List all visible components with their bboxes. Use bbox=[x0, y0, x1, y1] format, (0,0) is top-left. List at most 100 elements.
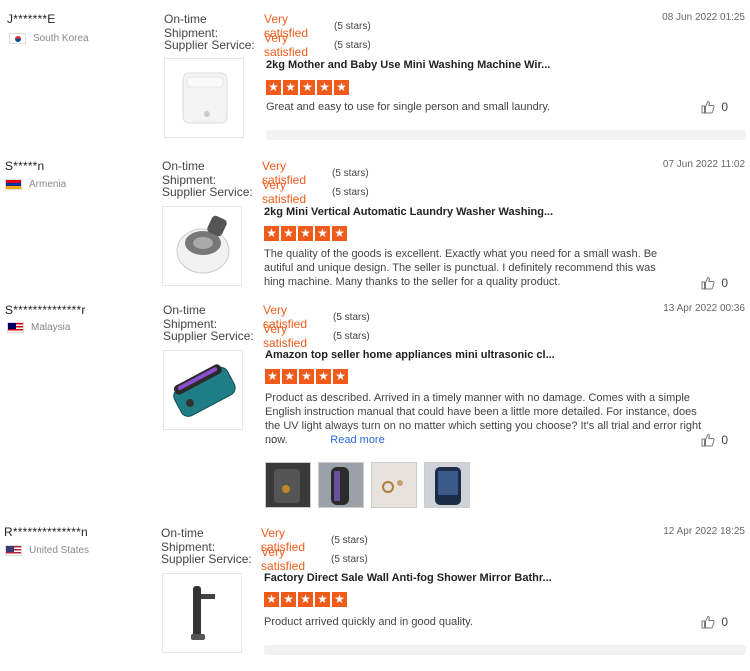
supplier-value: Very satisfied bbox=[264, 31, 309, 59]
armenia-flag-icon bbox=[5, 179, 22, 190]
product-title[interactable]: Amazon top seller home appliances mini u… bbox=[265, 349, 555, 361]
thumbs-up-icon bbox=[701, 433, 715, 447]
rating-stars: ★ ★ ★ ★ ★ bbox=[264, 226, 347, 241]
product-thumbnail[interactable] bbox=[162, 573, 242, 653]
buyer-country: United States bbox=[5, 545, 89, 556]
supplier-rating: Supplier Service: Very satisfied (5 star… bbox=[161, 545, 368, 573]
buyer-country: Armenia bbox=[5, 179, 66, 190]
ellipsis: ... bbox=[265, 434, 275, 446]
ultrasonic-cleaner-image bbox=[173, 364, 236, 417]
country-label: South Korea bbox=[33, 33, 89, 44]
thumbs-up-icon bbox=[701, 615, 715, 629]
ontime-stars: (5 stars) bbox=[332, 167, 369, 179]
malaysia-flag-icon bbox=[7, 322, 24, 333]
supplier-value: Very satisfied bbox=[263, 322, 308, 350]
supplier-rating: Supplier Service: Very satisfied (5 star… bbox=[163, 322, 370, 350]
shower-mirror-image bbox=[191, 586, 215, 640]
review-photo-image bbox=[425, 463, 469, 507]
buyer-name: S**************r bbox=[5, 303, 86, 317]
rating-stars: ★ ★ ★ ★ ★ bbox=[264, 592, 347, 607]
review-photo-image bbox=[266, 463, 310, 507]
like-button[interactable]: 0 bbox=[701, 276, 728, 290]
star-icon: ★ bbox=[281, 592, 296, 607]
review-item: J*******E South Korea On-time Shipment: … bbox=[0, 0, 750, 145]
star-icon: ★ bbox=[333, 369, 348, 384]
supplier-stars: (5 stars) bbox=[332, 186, 369, 198]
review-photo[interactable] bbox=[318, 462, 364, 508]
ontime-stars: (5 stars) bbox=[334, 20, 371, 32]
star-icon: ★ bbox=[283, 80, 298, 95]
review-text: The quality of the goods is excellent. E… bbox=[264, 248, 658, 288]
product-thumbnail[interactable] bbox=[162, 206, 242, 286]
read-more-link[interactable]: Read more bbox=[330, 434, 384, 446]
buyer-country: Malaysia bbox=[7, 322, 70, 333]
supplier-stars: (5 stars) bbox=[333, 330, 370, 342]
united-states-flag-icon bbox=[5, 545, 22, 556]
product-thumbnail[interactable] bbox=[164, 58, 244, 138]
star-icon: ★ bbox=[281, 226, 296, 241]
product-thumbnail[interactable] bbox=[163, 350, 243, 430]
star-icon: ★ bbox=[298, 226, 313, 241]
review-photo[interactable] bbox=[371, 462, 417, 508]
thumbs-up-icon bbox=[701, 100, 715, 114]
review-photo-image bbox=[372, 463, 416, 507]
review-photo[interactable] bbox=[265, 462, 311, 508]
country-label: Armenia bbox=[29, 179, 67, 190]
like-count: 0 bbox=[721, 615, 728, 629]
supplier-value: Very satisfied bbox=[262, 178, 307, 206]
ontime-stars: (5 stars) bbox=[331, 534, 368, 546]
review-photo-image bbox=[319, 463, 363, 507]
country-label: United States bbox=[29, 545, 90, 556]
supplier-rating: Supplier Service: Very satisfied (5 star… bbox=[162, 178, 369, 206]
washing-machine-image bbox=[176, 215, 230, 274]
rating-stars: ★ ★ ★ ★ ★ bbox=[265, 369, 348, 384]
review-date: 08 Jun 2022 01:25 bbox=[662, 12, 745, 23]
thumbs-up-icon bbox=[701, 276, 715, 290]
supplier-label: Supplier Service: bbox=[162, 185, 253, 199]
product-title[interactable]: Factory Direct Sale Wall Anti-fog Shower… bbox=[264, 572, 552, 584]
star-icon: ★ bbox=[299, 369, 314, 384]
buyer-name: R**************n bbox=[4, 525, 88, 539]
supplier-stars: (5 stars) bbox=[331, 553, 368, 565]
star-icon: ★ bbox=[264, 592, 279, 607]
star-icon: ★ bbox=[315, 226, 330, 241]
like-count: 0 bbox=[721, 100, 728, 114]
supplier-value: Very satisfied bbox=[261, 545, 306, 573]
review-item: S**************r Malaysia On-time Shipme… bbox=[0, 292, 750, 517]
star-icon: ★ bbox=[282, 369, 297, 384]
star-icon: ★ bbox=[316, 369, 331, 384]
star-icon: ★ bbox=[264, 226, 279, 241]
like-button[interactable]: 0 bbox=[701, 100, 728, 114]
like-count: 0 bbox=[721, 433, 728, 447]
south-korea-flag-icon bbox=[9, 33, 26, 44]
buyer-name: S*****n bbox=[5, 159, 45, 173]
like-button[interactable]: 0 bbox=[701, 433, 728, 447]
divider-bar bbox=[264, 645, 746, 655]
supplier-label: Supplier Service: bbox=[163, 329, 254, 343]
star-icon: ★ bbox=[332, 226, 347, 241]
buyer-name: J*******E bbox=[7, 12, 56, 26]
star-icon: ★ bbox=[298, 592, 313, 607]
star-icon: ★ bbox=[332, 592, 347, 607]
product-title[interactable]: 2kg Mini Vertical Automatic Laundry Wash… bbox=[264, 206, 553, 218]
star-icon: ★ bbox=[266, 80, 281, 95]
review-date: 13 Apr 2022 00:36 bbox=[663, 303, 745, 314]
supplier-label: Supplier Service: bbox=[161, 552, 252, 566]
ontime-stars: (5 stars) bbox=[333, 311, 370, 323]
star-icon: ★ bbox=[334, 80, 349, 95]
star-icon: ★ bbox=[265, 369, 280, 384]
review-text: Great and easy to use for single person … bbox=[266, 101, 551, 113]
review-photo[interactable] bbox=[424, 462, 470, 508]
divider-bar bbox=[266, 130, 746, 140]
review-date: 12 Apr 2022 18:25 bbox=[663, 526, 745, 537]
buyer-country: South Korea bbox=[9, 33, 89, 44]
supplier-label: Supplier Service: bbox=[164, 38, 255, 52]
star-icon: ★ bbox=[300, 80, 315, 95]
supplier-rating: Supplier Service: Very satisfied (5 star… bbox=[164, 31, 371, 59]
like-button[interactable]: 0 bbox=[701, 615, 728, 629]
supplier-stars: (5 stars) bbox=[334, 39, 371, 51]
product-title[interactable]: 2kg Mother and Baby Use Mini Washing Mac… bbox=[266, 59, 550, 71]
country-label: Malaysia bbox=[31, 322, 71, 333]
rating-stars: ★ ★ ★ ★ ★ bbox=[266, 80, 349, 95]
read-more-row: ... Read more bbox=[265, 433, 705, 447]
